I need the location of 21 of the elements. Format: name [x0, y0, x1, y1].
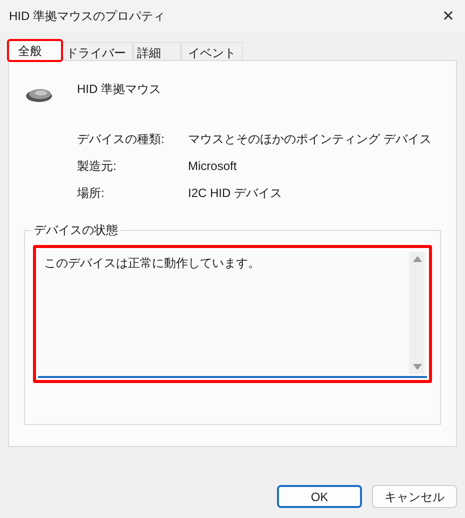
- tab[interactable]: ドライバー: [62, 42, 133, 60]
- dialog-button[interactable]: OK: [277, 485, 362, 508]
- property-value: Microsoft: [188, 158, 237, 175]
- property-label: 場所:: [77, 185, 106, 202]
- property-value: マウスとそのほかのポインティング デバイス: [188, 131, 432, 148]
- group-title: デバイスの状態: [32, 222, 120, 238]
- tab[interactable]: 詳細: [133, 42, 181, 60]
- property-label: 製造元:: [77, 158, 118, 175]
- scroll-up-icon[interactable]: [412, 256, 422, 262]
- window-title: HID 準拠マウスのプロパティ: [9, 8, 165, 25]
- property-label: デバイスの種類:: [77, 131, 166, 148]
- property-value: I2C HID デバイス: [188, 185, 282, 202]
- close-button[interactable]: ✕: [442, 8, 455, 24]
- tab[interactable]: 全般: [8, 40, 62, 61]
- dialog-button[interactable]: キャンセル: [372, 485, 457, 508]
- tab[interactable]: イベント: [181, 42, 243, 60]
- scroll-down-icon[interactable]: [412, 364, 422, 370]
- device-name: HID 準拠マウス: [77, 81, 161, 98]
- status-text-box[interactable]: このデバイスは正常に動作しています。: [38, 250, 427, 378]
- status-text: このデバイスは正常に動作しています。: [43, 255, 261, 272]
- scrollbar[interactable]: [409, 252, 425, 374]
